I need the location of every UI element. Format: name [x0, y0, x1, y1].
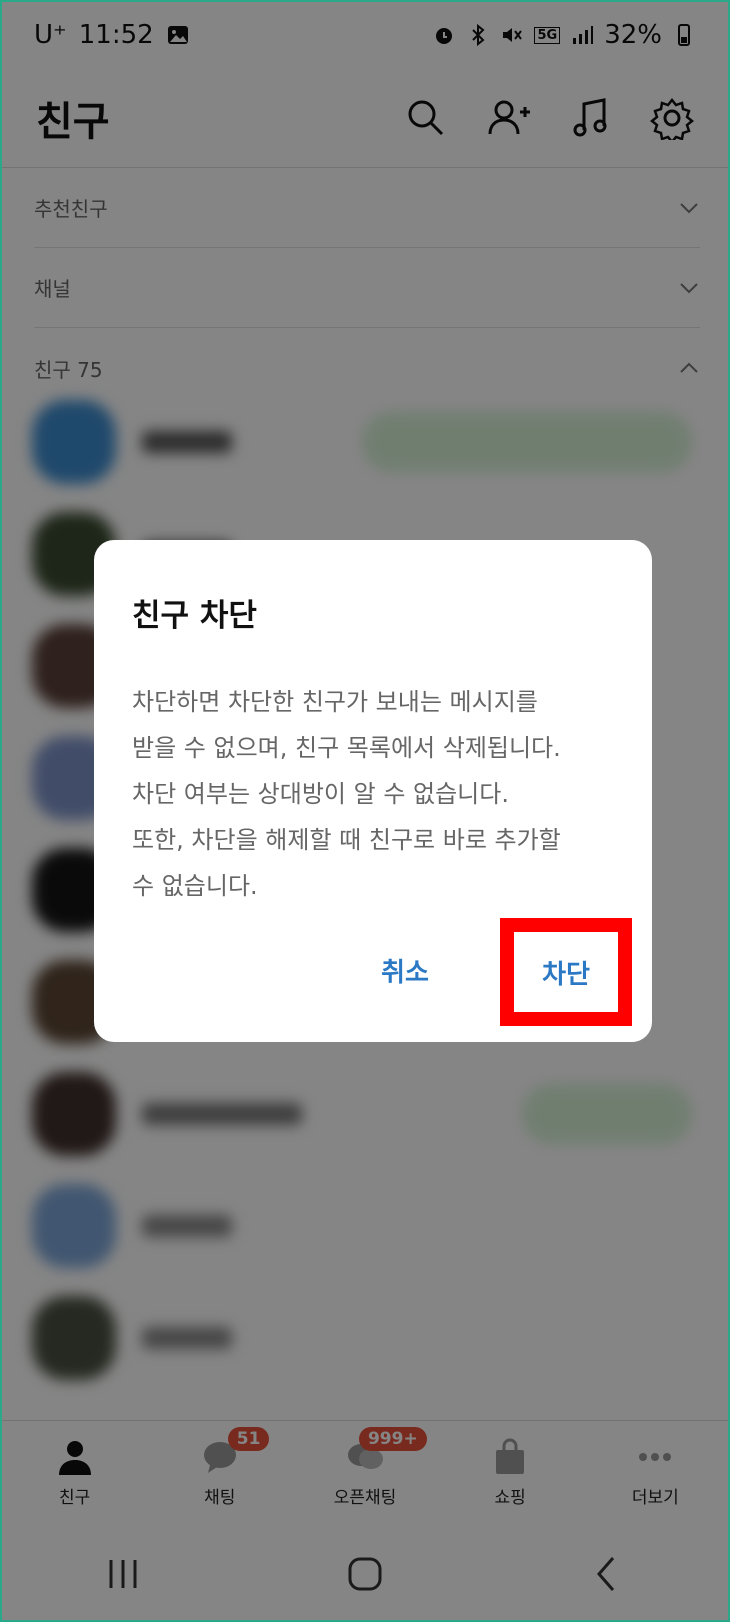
block-friend-dialog: 친구 차단 차단하면 차단한 친구가 보내는 메시지를 받을 수 없으며, 친구… [94, 540, 652, 1042]
app-screen: U⁺ 11:52 5G 32% 친구 추천친구 채널 친구 75 친구 51 채… [0, 0, 730, 1622]
dialog-message-line: 차단 여부는 상대방이 알 수 없습니다. [132, 780, 509, 808]
dialog-message: 차단하면 차단한 친구가 보내는 메시지를 받을 수 없으며, 친구 목록에서 … [132, 679, 614, 909]
dialog-message-line: 수 없습니다. [132, 872, 258, 900]
block-button[interactable]: 차단 [542, 954, 590, 991]
dialog-message-line: 받을 수 없으며, 친구 목록에서 삭제됩니다. [132, 734, 561, 762]
cancel-button[interactable]: 취소 [350, 940, 460, 1000]
dialog-title: 친구 차단 [132, 598, 257, 634]
highlight-box: 차단 [500, 918, 632, 1026]
dialog-message-line: 차단하면 차단한 친구가 보내는 메시지를 [132, 688, 538, 716]
dialog-message-line: 또한, 차단을 해제할 때 친구로 바로 추가할 [132, 826, 561, 854]
